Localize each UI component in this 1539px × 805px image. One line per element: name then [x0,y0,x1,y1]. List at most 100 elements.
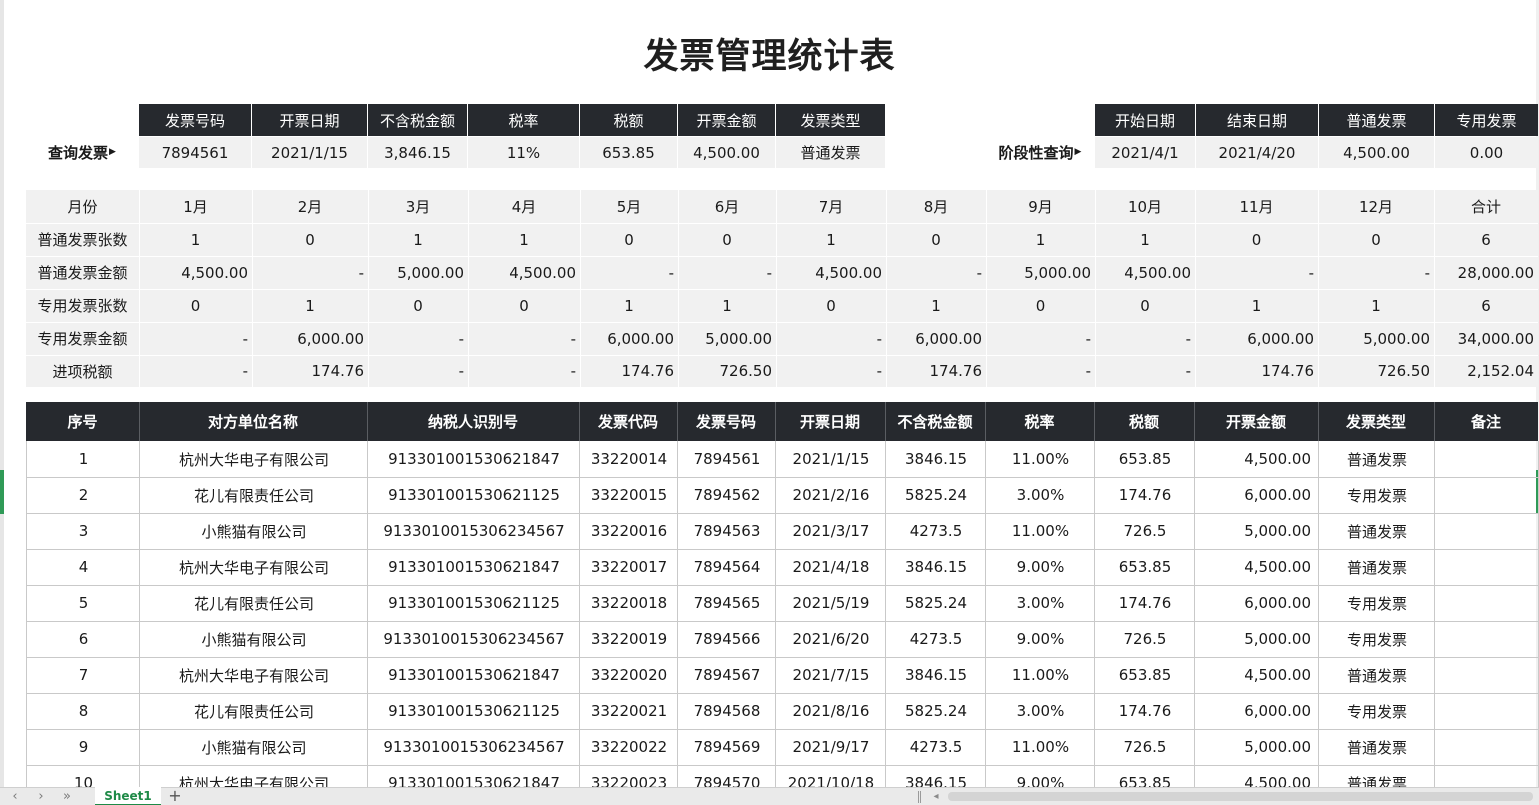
table-cell[interactable] [1435,657,1539,693]
summary-value-cell[interactable]: 6,000.00 [886,322,986,355]
table-cell[interactable]: 5825.24 [886,477,986,513]
table-cell[interactable]: 33220021 [580,693,678,729]
summary-value-cell[interactable]: - [580,256,678,289]
summary-value-cell[interactable]: - [986,322,1095,355]
table-cell[interactable]: 7894565 [678,585,776,621]
table-cell[interactable]: 33220023 [580,765,678,787]
summary-value-cell[interactable]: - [1095,355,1195,387]
spreadsheet-sheet[interactable]: 发票管理统计表 查询发票 ▶ 发票号码 7894561 开票日期 2021/1/15 不含… [0,0,1539,787]
table-row[interactable]: 4 杭州大华电子有限公司 913301001530621847 33220017 789… [27,549,1539,585]
summary-value-cell[interactable]: 726.50 [678,355,776,387]
table-cell[interactable]: 4273.5 [886,729,986,765]
table-cell[interactable]: 专用发票 [1319,477,1435,513]
summary-value-cell[interactable]: 174.76 [886,355,986,387]
table-cell[interactable] [1435,513,1539,549]
summary-value-cell[interactable]: 1 [886,289,986,322]
table-cell[interactable]: 8 [27,693,140,729]
table-cell[interactable]: 3.00% [986,585,1095,621]
table-cell[interactable]: 7894561 [678,441,776,477]
table-cell[interactable]: 小熊猫有限公司 [140,621,368,657]
table-cell[interactable]: 5825.24 [886,585,986,621]
table-cell[interactable] [1435,441,1539,477]
table-cell[interactable]: 杭州大华电子有限公司 [140,765,368,788]
summary-value-cell[interactable]: 6,000.00 [580,322,678,355]
table-row[interactable]: 6 小熊猫有限公司 9133010015306234567 33220019 78945… [27,621,1539,657]
table-header-cell[interactable]: 纳税人识别号 [367,402,579,441]
table-cell[interactable]: 11.00% [986,513,1095,549]
table-cell[interactable]: 33220017 [580,549,678,585]
table-cell[interactable]: 6,000.00 [1195,585,1319,621]
period-value-cell[interactable]: 4,500.00 [1319,137,1434,168]
summary-value-cell[interactable]: - [1318,256,1434,289]
table-cell[interactable]: 3846.15 [886,657,986,693]
table-cell[interactable]: 2021/4/18 [776,549,886,585]
table-cell[interactable]: 花儿有限责任公司 [140,693,368,729]
summary-value-cell[interactable]: 0 [468,289,580,322]
summary-value-cell[interactable]: 0 [252,223,368,256]
table-cell[interactable]: 174.76 [1095,477,1195,513]
summary-value-cell[interactable]: 5,000.00 [368,256,468,289]
query-value-cell[interactable]: 普通发票 [776,137,885,168]
table-cell[interactable]: 11.00% [986,729,1095,765]
table-cell[interactable]: 7894566 [678,621,776,657]
summary-value-cell[interactable]: - [368,322,468,355]
summary-value-cell[interactable]: - [1195,256,1318,289]
query-value-cell[interactable]: 653.85 [580,137,677,168]
table-cell[interactable]: 杭州大华电子有限公司 [140,657,368,693]
table-cell[interactable]: 4 [27,549,140,585]
table-cell[interactable]: 7 [27,657,140,693]
query-value-cell[interactable]: 11% [468,137,579,168]
summary-value-cell[interactable]: - [252,256,368,289]
table-cell[interactable]: 普通发票 [1319,765,1435,788]
query-value-cell[interactable]: 4,500.00 [678,137,775,168]
table-cell[interactable]: 726.5 [1095,513,1195,549]
summary-value-cell[interactable]: 1 [1318,289,1434,322]
summary-value-cell[interactable]: 0 [986,289,1095,322]
table-header-cell[interactable]: 不含税金额 [885,402,985,441]
table-header-cell[interactable]: 对方单位名称 [139,402,367,441]
table-header-cell[interactable]: 开票金额 [1194,402,1318,441]
table-row[interactable]: 10 杭州大华电子有限公司 913301001530621847 33220023 78… [27,765,1539,787]
table-cell[interactable]: 3846.15 [886,549,986,585]
table-cell[interactable]: 3 [27,513,140,549]
table-cell[interactable]: 7894568 [678,693,776,729]
table-cell[interactable]: 花儿有限责任公司 [140,585,368,621]
summary-value-cell[interactable]: 1 [139,223,252,256]
table-cell[interactable]: 653.85 [1095,441,1195,477]
table-row[interactable]: 3 小熊猫有限公司 9133010015306234567 33220016 78945… [27,513,1539,549]
table-cell[interactable]: 33220020 [580,657,678,693]
table-cell[interactable]: 174.76 [1095,693,1195,729]
table-cell[interactable]: 普通发票 [1319,441,1435,477]
table-cell[interactable]: 4,500.00 [1195,765,1319,787]
table-cell[interactable]: 3846.15 [886,765,986,787]
chevron-left-icon[interactable]: ‹ [8,789,22,805]
table-cell[interactable]: 2021/2/16 [776,477,886,513]
table-header-cell[interactable]: 发票号码 [677,402,775,441]
table-cell[interactable]: 7894563 [678,513,776,549]
summary-value-cell[interactable]: 28,000.00 [1434,256,1538,289]
table-cell[interactable]: 913301001530621125 [368,585,580,621]
table-cell[interactable]: 913301001530621847 [368,657,580,693]
table-cell[interactable]: 2021/9/17 [776,729,886,765]
summary-value-cell[interactable]: - [139,355,252,387]
table-cell[interactable]: 913301001530621125 [368,693,580,729]
table-cell[interactable]: 653.85 [1095,765,1195,787]
table-cell[interactable]: 普通发票 [1319,729,1435,765]
table-header-cell[interactable]: 发票代码 [579,402,677,441]
summary-value-cell[interactable]: 1 [678,289,776,322]
summary-value-cell[interactable]: 4,500.00 [776,256,886,289]
table-cell[interactable]: 33220015 [580,477,678,513]
sheet-tab-sheet1[interactable]: Sheet1 [95,787,161,805]
summary-value-cell[interactable]: 1 [776,223,886,256]
table-cell[interactable]: 2021/3/17 [776,513,886,549]
summary-value-cell[interactable]: - [986,355,1095,387]
table-cell[interactable]: 4,500.00 [1195,549,1319,585]
summary-value-cell[interactable]: 1 [580,289,678,322]
table-cell[interactable]: 9133010015306234567 [368,729,580,765]
table-row[interactable]: 5 花儿有限责任公司 913301001530621125 33220018 78945… [27,585,1539,621]
table-cell[interactable]: 3846.15 [886,441,986,477]
summary-value-cell[interactable]: 4,500.00 [468,256,580,289]
table-row[interactable]: 9 小熊猫有限公司 9133010015306234567 33220022 78945… [27,729,1539,765]
period-value-cell[interactable]: 0.00 [1435,137,1538,168]
summary-value-cell[interactable]: 0 [580,223,678,256]
